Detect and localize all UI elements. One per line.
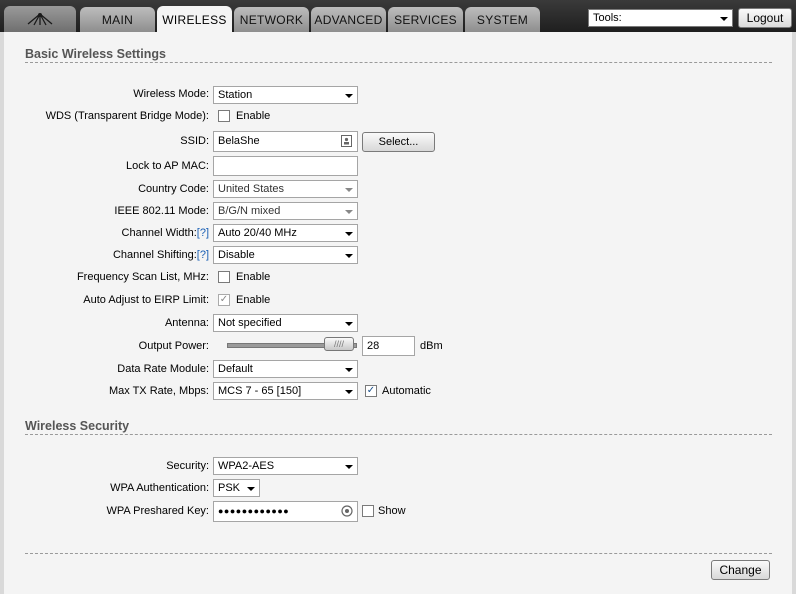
section-title-security: Wireless Security xyxy=(25,419,130,433)
wpa-auth-select[interactable]: PSK xyxy=(213,479,260,497)
section-divider xyxy=(25,434,772,435)
chevron-down-icon xyxy=(345,368,353,372)
checkmark-icon: ✓ xyxy=(219,294,229,305)
lock-ap-mac-label: Lock to AP MAC: xyxy=(126,160,209,172)
tab-network[interactable]: NETWORK xyxy=(234,7,309,32)
footer-divider xyxy=(25,553,772,554)
wpa-key-show-label: Show xyxy=(378,505,406,517)
auto-eirp-enable-label: Enable xyxy=(236,294,271,306)
wireless-mode-select[interactable]: Station xyxy=(213,86,358,104)
freq-scan-label: Frequency Scan List, MHz: xyxy=(76,271,209,283)
channel-shifting-help-link[interactable]: [?] xyxy=(197,249,209,261)
tab-wireless[interactable]: WIRELESS xyxy=(157,6,232,33)
security-label: Security: xyxy=(166,460,209,472)
antenna-label: Antenna: xyxy=(164,317,209,329)
wireless-mode-label: Wireless Mode: xyxy=(133,88,209,100)
wpa-key-label: WPA Preshared Key: xyxy=(106,505,209,517)
wds-label: WDS (Transparent Bridge Mode): xyxy=(45,110,209,122)
auto-eirp-label: Auto Adjust to EIRP Limit: xyxy=(83,294,209,306)
output-power-unit: dBm xyxy=(420,340,443,352)
auto-eirp-enable-checkbox[interactable]: ✓ xyxy=(218,294,230,306)
contact-card-icon[interactable] xyxy=(341,135,352,147)
wireless-settings-panel: Basic Wireless Settings Wireless Mode: S… xyxy=(4,32,792,594)
key-visibility-icon[interactable] xyxy=(341,505,353,517)
chevron-down-icon xyxy=(247,487,255,491)
channel-width-select[interactable]: Auto 20/40 MHz xyxy=(213,224,358,242)
ieee-mode-select[interactable]: B/G/N mixed xyxy=(213,202,358,220)
chevron-down-icon xyxy=(345,188,353,192)
section-divider xyxy=(25,62,772,63)
ubiquiti-logo-icon xyxy=(27,13,53,26)
output-power-slider-handle[interactable]: //// xyxy=(324,337,354,351)
data-rate-module-select[interactable]: Default xyxy=(213,360,358,378)
ssid-select-button[interactable]: Select... xyxy=(362,132,435,152)
chevron-down-icon xyxy=(345,322,353,326)
output-power-label: Output Power: xyxy=(138,340,209,352)
data-rate-module-label: Data Rate Module: xyxy=(117,363,209,375)
wpa-key-input[interactable]: ●●●●●●●●●●●● xyxy=(213,501,358,522)
chevron-down-icon xyxy=(345,254,353,258)
section-title-basic: Basic Wireless Settings xyxy=(25,47,166,61)
ssid-label: SSID: xyxy=(180,135,209,147)
tab-advanced[interactable]: ADVANCED xyxy=(311,7,386,32)
freq-scan-enable-checkbox[interactable] xyxy=(218,271,230,283)
channel-width-help-link[interactable]: [?] xyxy=(197,227,209,239)
channel-shifting-label: Channel Shifting:[?] xyxy=(112,249,209,261)
chevron-down-icon xyxy=(345,390,353,394)
top-nav-bar: MAIN WIRELESS NETWORK ADVANCED SERVICES … xyxy=(0,0,796,33)
chevron-down-icon xyxy=(345,94,353,98)
lock-ap-mac-input[interactable] xyxy=(213,156,358,176)
security-select[interactable]: WPA2-AES xyxy=(213,457,358,475)
channel-shifting-select[interactable]: Disable xyxy=(213,246,358,264)
freq-scan-enable-label: Enable xyxy=(236,271,271,283)
tools-select[interactable]: Tools: xyxy=(588,9,733,27)
ieee-mode-label: IEEE 802.11 Mode: xyxy=(114,205,209,217)
max-tx-automatic-label: Automatic xyxy=(382,385,431,397)
wpa-auth-label: WPA Authentication: xyxy=(110,482,209,494)
max-tx-automatic-checkbox[interactable]: ✓ xyxy=(365,385,377,397)
chevron-down-icon xyxy=(720,17,728,21)
wpa-key-show-checkbox[interactable] xyxy=(362,505,374,517)
ssid-input[interactable]: BelaShe xyxy=(213,131,358,152)
country-code-select[interactable]: United States xyxy=(213,180,358,198)
channel-width-label: Channel Width:[?] xyxy=(121,227,209,239)
change-button[interactable]: Change xyxy=(711,560,770,580)
tab-system[interactable]: SYSTEM xyxy=(465,7,540,32)
antenna-select[interactable]: Not specified xyxy=(213,314,358,332)
max-tx-rate-select[interactable]: MCS 7 - 65 [150] xyxy=(213,382,358,400)
chevron-down-icon xyxy=(345,232,353,236)
checkmark-icon: ✓ xyxy=(366,385,376,396)
chevron-down-icon xyxy=(345,465,353,469)
wds-enable-checkbox[interactable] xyxy=(218,110,230,122)
max-tx-rate-label: Max TX Rate, Mbps: xyxy=(108,385,209,397)
output-power-input[interactable]: 28 xyxy=(362,336,415,356)
tab-main[interactable]: MAIN xyxy=(80,7,155,32)
tab-services[interactable]: SERVICES xyxy=(388,7,463,32)
chevron-down-icon xyxy=(345,210,353,214)
logo-tab[interactable] xyxy=(4,6,76,32)
wds-enable-label: Enable xyxy=(236,110,271,122)
country-code-label: Country Code: xyxy=(138,183,209,195)
logout-button[interactable]: Logout xyxy=(738,8,792,28)
